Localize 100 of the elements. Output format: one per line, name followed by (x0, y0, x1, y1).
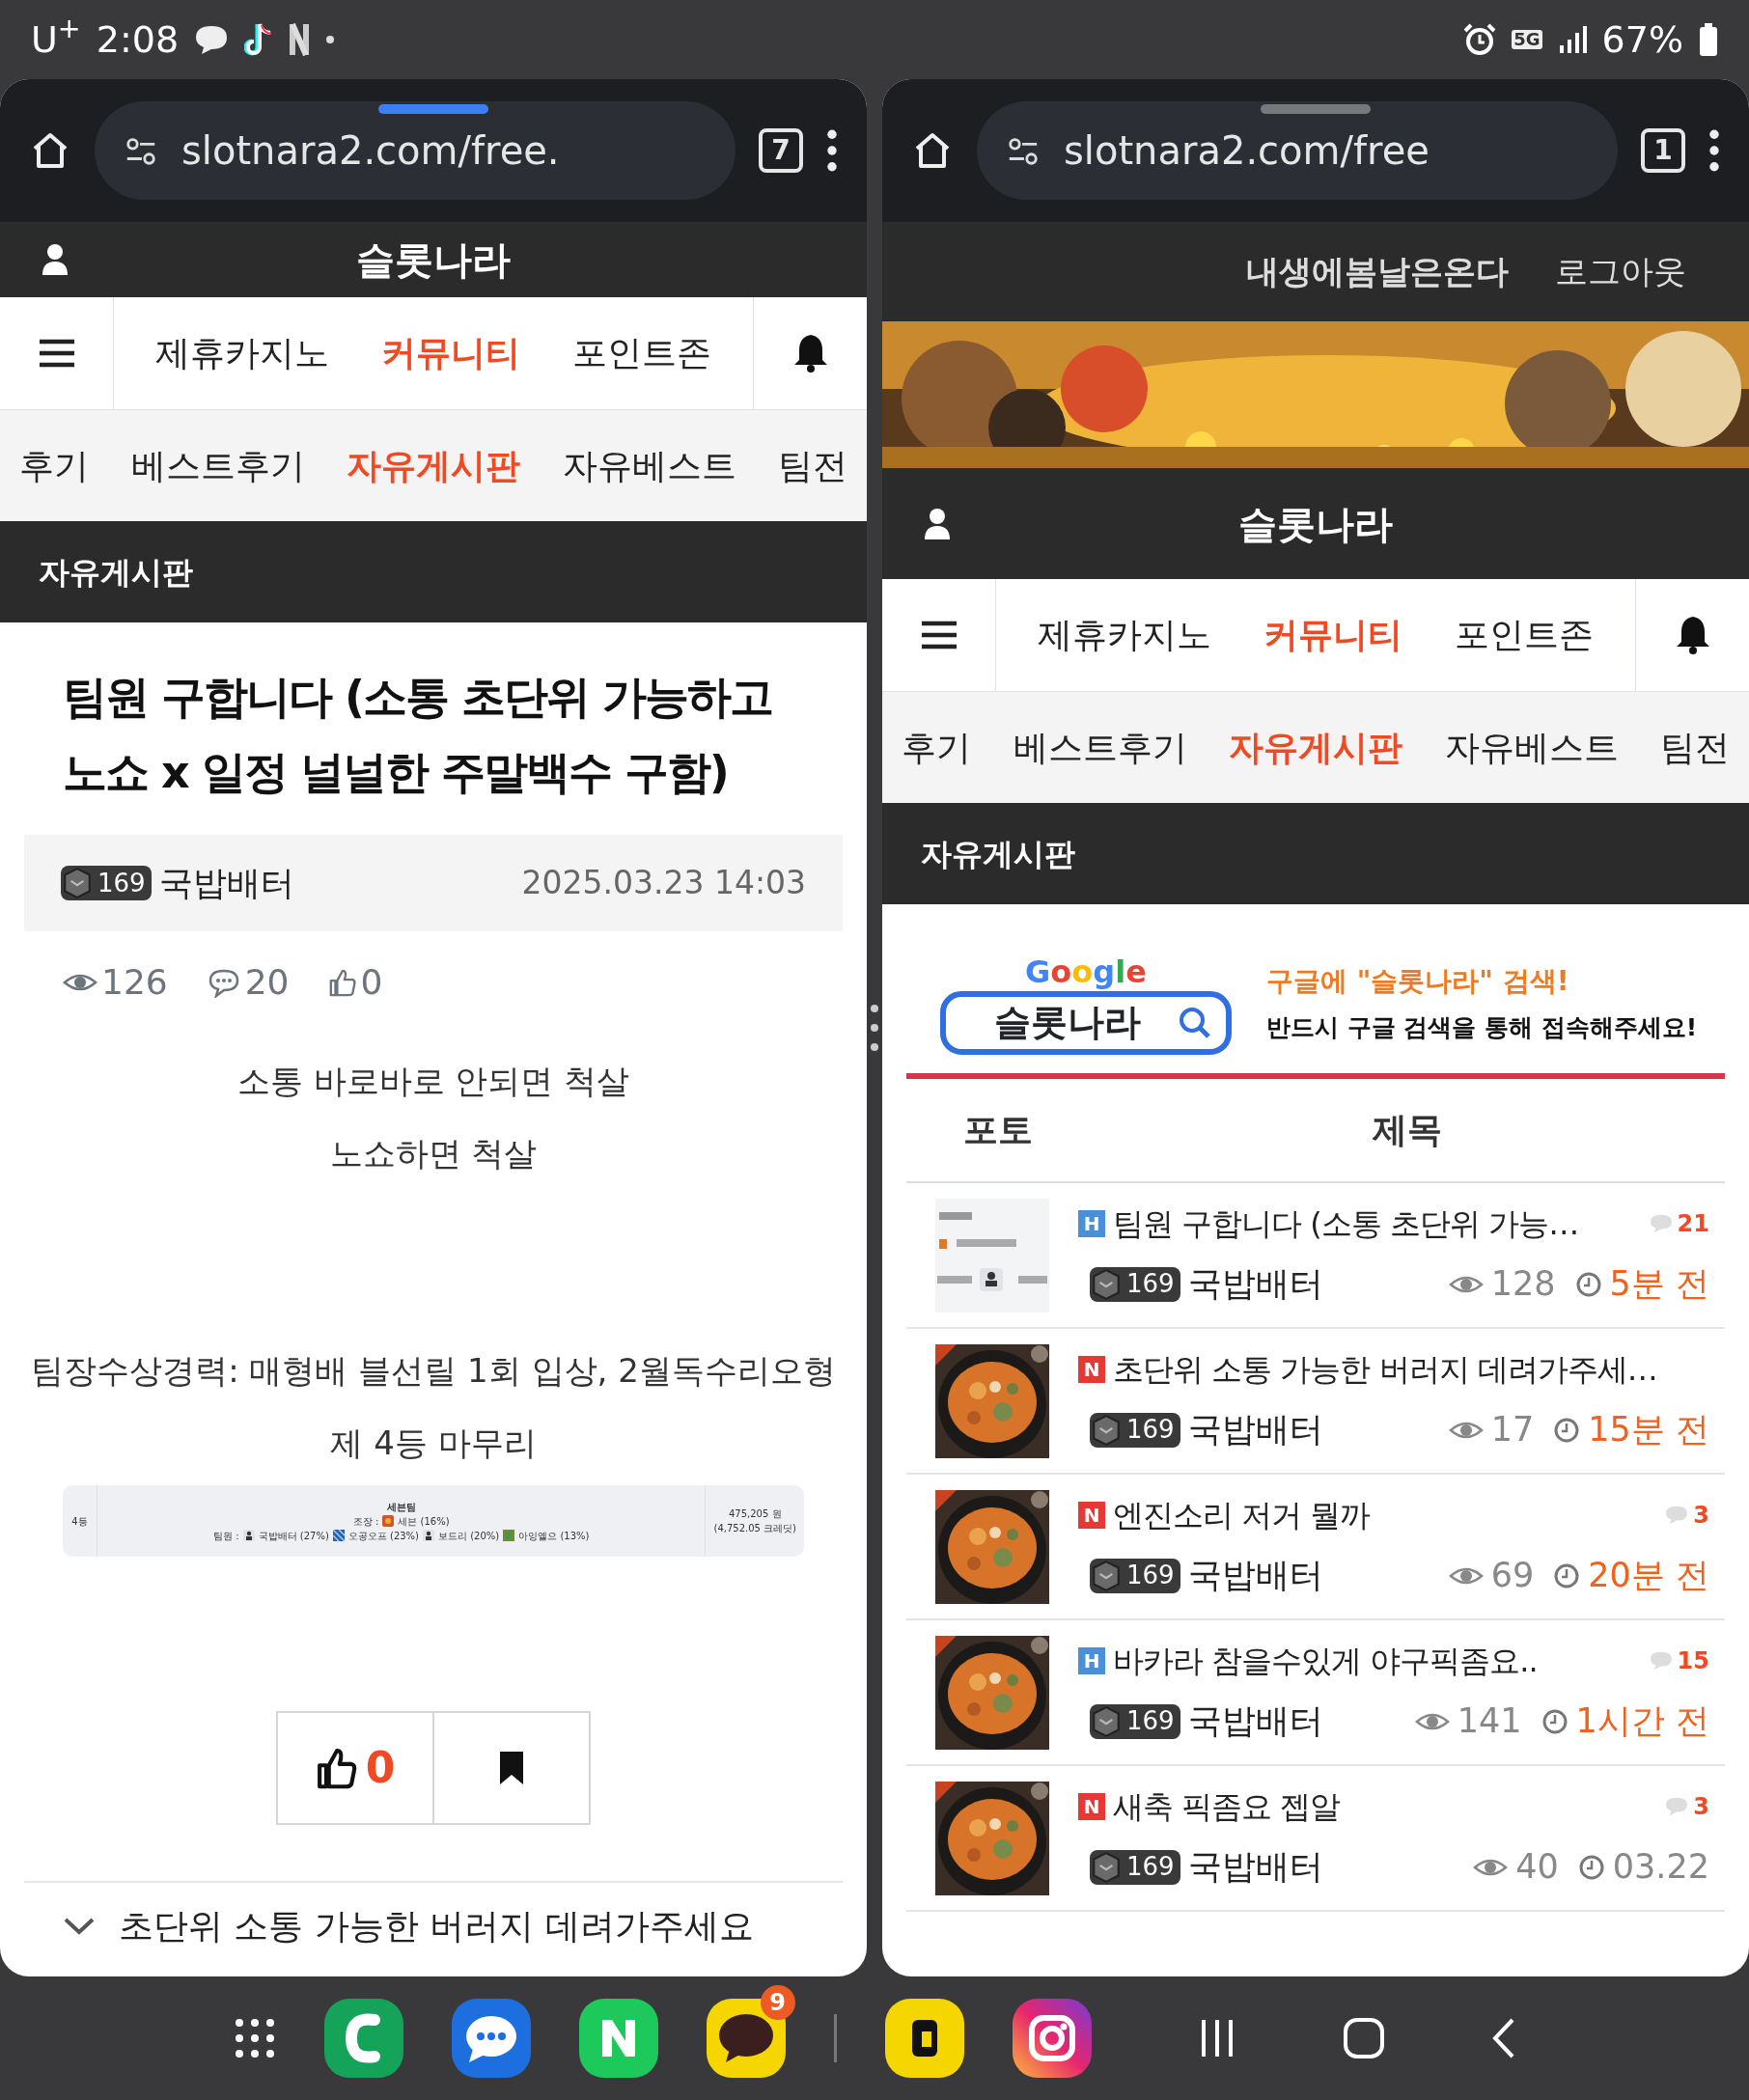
comment-icon (1648, 1650, 1674, 1672)
post-row[interactable]: N 초단위 소통 가능한 버러지 데려가주세… 169 국밥배터 17 15분 전 (906, 1329, 1725, 1475)
board-tab[interactable]: 자유베스트 (1444, 721, 1619, 774)
nav-link[interactable]: 제휴카지노 (1038, 609, 1211, 661)
bell-icon[interactable] (1675, 615, 1710, 655)
level-badge: 169 (1090, 1412, 1180, 1448)
tab-count-button[interactable]: 7 (759, 128, 803, 173)
tab-handle[interactable] (1261, 104, 1371, 114)
bookmark-button[interactable] (432, 1711, 591, 1825)
next-post-link[interactable]: 초단위 소통 가능한 버러지 데려가주세요 (119, 1900, 754, 1952)
post-title[interactable]: 팀원 구합니다 (소통 초단위 가능… (1113, 1201, 1579, 1248)
nav-link[interactable]: 커뮤니티 (1263, 609, 1402, 661)
post-row[interactable]: N 엔진소리 저거 뭘까 3 169 국밥배터 69 20분 전 (906, 1475, 1725, 1620)
board-tab[interactable]: 팀전 (1660, 721, 1730, 774)
members-label: 팀원 : (213, 1529, 239, 1543)
home-button-icon[interactable] (1342, 2017, 1385, 2059)
post-row[interactable]: H 바카라 참을수있게 야구픽좀요.. 15 169 국밥배터 141 1시간 전 (906, 1620, 1725, 1766)
author-name: 국밥배터 (1187, 1846, 1323, 1889)
nav-link[interactable]: 포인트존 (572, 327, 711, 379)
column-header: 제목 (1372, 1109, 1443, 1151)
ad-subline: 반드시 구글 검색을 통해 접속해주세요! (1266, 1011, 1698, 1043)
post-time: 5분 전 (1609, 1263, 1709, 1306)
post-title[interactable]: 새축 픽좀요 젭알 (1113, 1783, 1341, 1831)
board-tab[interactable]: 후기 (902, 721, 971, 774)
board-tab[interactable]: 베스트후기 (130, 439, 305, 492)
author-name: 국밥배터 (1187, 1409, 1323, 1451)
clock-icon (1577, 1853, 1605, 1881)
tab-handle[interactable] (378, 104, 488, 114)
chat-bubble-icon (194, 24, 230, 55)
post-time: 03.22 (1612, 1846, 1709, 1889)
body-text: 팀장수상경력: 매형배 블선릴 1회 입상, 2월독수리오형 (30, 1350, 837, 1392)
post-title[interactable]: 바카라 참을수있게 야구픽좀요.. (1113, 1638, 1538, 1685)
notification-badge: 9 (760, 1985, 795, 2020)
search-icon (1178, 1005, 1212, 1040)
hot-badge: H (1078, 1210, 1105, 1238)
board-tab[interactable]: 후기 (19, 439, 89, 492)
post-date: 2025.03.23 14:03 (521, 863, 806, 904)
author-name: 국밥배터 (1187, 1555, 1323, 1597)
messages-app-icon[interactable] (451, 1999, 531, 2078)
site-title: 슬롯나라 (356, 236, 511, 284)
menu-icon[interactable] (37, 338, 76, 369)
user-icon[interactable] (923, 506, 952, 541)
board-tab[interactable]: 베스트후기 (1013, 721, 1187, 774)
post-title[interactable]: 초단위 소통 가능한 버러지 데려가주세… (1113, 1346, 1657, 1394)
dot-icon (325, 35, 336, 44)
split-handle-icon[interactable] (871, 1005, 878, 1051)
battery-icon (1699, 23, 1718, 56)
address-bar[interactable]: slotnara2.com/free (977, 101, 1618, 200)
board-tab[interactable]: 자유베스트 (562, 439, 736, 492)
nav-link[interactable]: 포인트존 (1455, 609, 1594, 661)
bell-icon[interactable] (792, 333, 828, 373)
more-icon[interactable] (826, 129, 838, 172)
credit-amount: (4,752.05 크레딧) (713, 1522, 796, 1535)
logout-link[interactable]: 로그아웃 (1555, 247, 1686, 296)
tab-count-button[interactable]: 1 (1641, 128, 1685, 173)
comment-icon (1664, 1505, 1690, 1527)
author-name: 국밥배터 (1187, 1700, 1323, 1743)
post-time: 20분 전 (1588, 1555, 1709, 1597)
back-button-icon[interactable] (1490, 2017, 1516, 2059)
thumbs-up-icon (315, 1747, 358, 1789)
nav-link[interactable]: 커뮤니티 (381, 327, 520, 379)
post-row[interactable]: H 팀원 구합니다 (소통 초단위 가능… 21 169 국밥배터 128 5분 전 (906, 1183, 1725, 1329)
body-text: 소통 바로바로 안되면 척살 (236, 1061, 631, 1102)
nav-link[interactable]: 제휴카지노 (155, 327, 329, 379)
member-name: 오공오프 (23%) (347, 1529, 419, 1543)
hot-badge: H (1078, 1647, 1105, 1675)
body-text: 노쇼하면 척살 (328, 1133, 539, 1174)
clock-icon (1574, 1270, 1602, 1298)
author-name[interactable]: 국밥배터 (158, 857, 294, 909)
chevron-down-icon[interactable] (63, 1916, 96, 1937)
post-row[interactable]: N 새축 픽좀요 젭알 3 169 국밥배터 40 03.22 (906, 1766, 1725, 1912)
battery-text: 67% (1601, 16, 1683, 63)
user-icon[interactable] (41, 242, 69, 277)
clock-icon (1553, 1561, 1581, 1589)
comment-count: 15 (1677, 1646, 1709, 1677)
member-name: 보드리 (20%) (438, 1529, 500, 1543)
clock-text: 2:08 (96, 16, 180, 63)
post-title[interactable]: 엔진소리 저거 뭘까 (1113, 1492, 1371, 1539)
thumbs-up-icon (327, 967, 357, 998)
network-type-text: 5G (1512, 30, 1542, 49)
level-badge: 169 (1090, 1703, 1180, 1739)
avatar-icon (382, 1515, 395, 1527)
menu-icon[interactable] (919, 620, 958, 650)
app-icon[interactable] (578, 1999, 658, 2078)
comment-count: 21 (1677, 1209, 1709, 1240)
view-count: 17 (1490, 1409, 1535, 1451)
like-button[interactable]: 0 (276, 1711, 434, 1825)
prize-amount: 475,205 원 (728, 1507, 782, 1521)
more-icon[interactable] (1708, 129, 1720, 172)
board-tab[interactable]: 팀전 (778, 439, 847, 492)
rank-text: 4등 (71, 1514, 88, 1529)
apps-grid-icon[interactable] (233, 2017, 276, 2059)
comment-count: 20 (244, 961, 290, 1004)
phone-app-icon[interactable] (323, 1999, 403, 2078)
avatar-icon (332, 1530, 345, 1541)
member-name: 아잉옐으 (13%) (518, 1529, 590, 1543)
address-bar[interactable]: slotnara2.com/free. (95, 101, 736, 200)
clock-icon (1553, 1416, 1581, 1444)
app-icon[interactable] (884, 1999, 964, 2078)
camera-app-icon[interactable] (1012, 1999, 1092, 2078)
